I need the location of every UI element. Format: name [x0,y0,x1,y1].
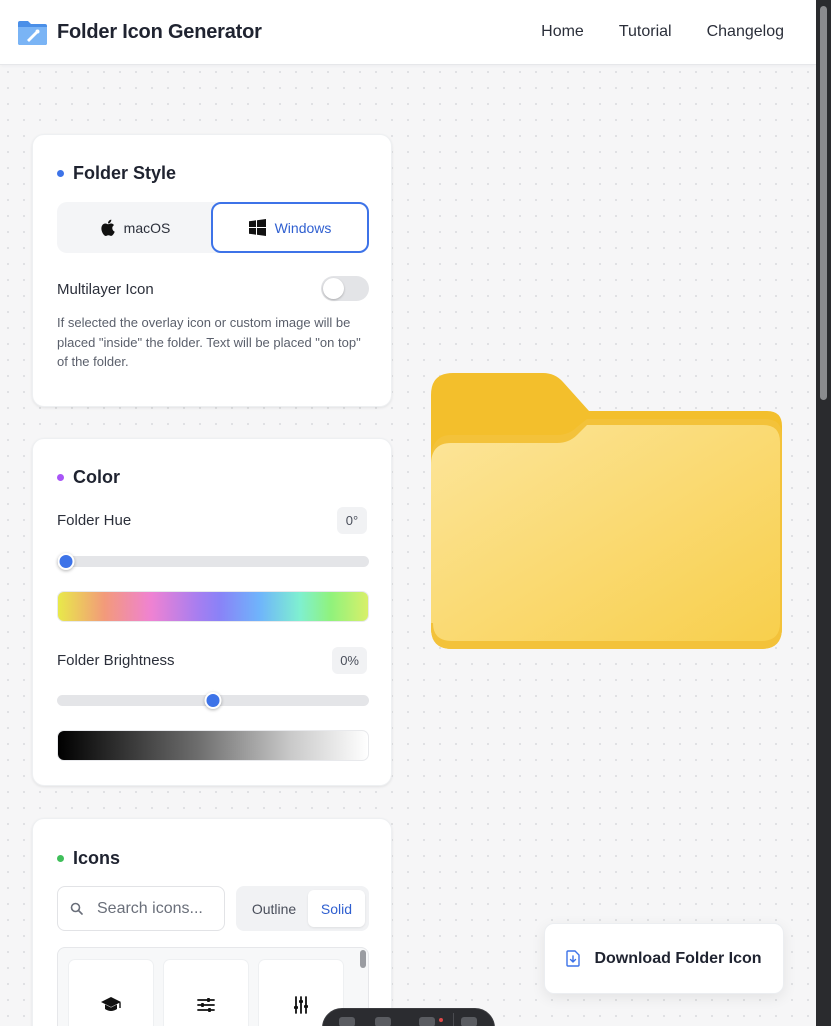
icon-tile-graduation-cap[interactable] [69,960,153,1026]
macos-option-label: macOS [123,219,171,236]
icon-tile-sliders-horizontal[interactable] [164,960,248,1026]
icon-search-box[interactable] [57,886,225,931]
window-scrollbar-thumb[interactable] [820,6,827,400]
toggle-knob [323,278,344,299]
icon-grid [57,947,369,1026]
download-button-label: Download Folder Icon [594,949,762,967]
brightness-slider-thumb[interactable] [204,692,222,709]
nav-home-link[interactable]: Home [541,23,584,41]
sliders-vertical-icon [294,996,308,1014]
dock-separator [453,1013,454,1026]
color-heading: Color [57,467,120,488]
folder-preview [431,373,782,650]
folder-style-title: Folder Style [73,163,177,183]
icons-title: Icons [73,848,121,868]
solid-variant-button[interactable]: Solid [308,890,365,927]
icons-card: Icons Outline Solid [32,818,392,1026]
brightness-slider[interactable] [57,692,369,709]
folder-brightness-label: Folder Brightness [57,652,175,669]
hue-gradient-preview [57,591,369,622]
icon-variant-toggle: Outline Solid [236,886,369,931]
section-dot [57,170,64,177]
brightness-value-badge: 0% [332,647,367,674]
download-folder-icon-button[interactable]: Download Folder Icon [544,923,784,994]
windows-option-label: Windows [274,219,332,236]
section-dot [57,474,64,481]
section-dot [57,855,64,862]
sliders-horizontal-icon [197,998,215,1012]
floating-dock[interactable] [322,1008,495,1026]
top-header: Folder Icon Generator Home Tutorial Chan… [0,0,816,65]
graduation-cap-icon [101,997,121,1011]
color-title: Color [73,467,120,487]
os-style-toggle: macOS Windows [57,202,369,253]
search-icon [70,902,83,915]
folder-hue-label: Folder Hue [57,512,132,529]
windows-icon [248,219,266,236]
macos-option-button[interactable]: macOS [57,202,213,253]
download-file-icon [566,950,581,967]
apple-icon [101,219,115,236]
folder-style-card: Folder Style macOS Windows Multilayer Ic… [32,134,392,407]
hue-value-badge: 0° [337,507,367,534]
color-card: Color Folder Hue 0° Folder Brightness 0% [32,438,392,786]
dock-line-icon[interactable] [419,1017,435,1026]
app-title: Folder Icon Generator [57,20,262,43]
brightness-gradient-preview [57,730,369,761]
dock-cat-icon[interactable] [461,1017,477,1026]
folder-style-heading: Folder Style [57,163,176,184]
main-nav: Home Tutorial Changelog [541,23,784,41]
icons-heading: Icons [57,848,120,869]
icon-search-input[interactable] [97,899,217,918]
windows-folder-preview-icon [431,373,782,649]
window-scrollbar[interactable] [816,0,831,1026]
multilayer-label: Multilayer Icon [57,281,154,298]
outline-variant-button[interactable]: Outline [242,890,306,927]
folder-paint-icon [18,20,47,45]
nav-tutorial-link[interactable]: Tutorial [619,23,672,41]
hue-slider[interactable] [57,553,369,570]
multilayer-help-text: If selected the overlay icon or custom i… [57,315,361,369]
dock-brush-icon[interactable] [375,1017,391,1026]
brand[interactable]: Folder Icon Generator [17,19,262,46]
multilayer-toggle[interactable] [321,276,369,301]
dock-tool-icon[interactable] [339,1017,355,1026]
nav-changelog-link[interactable]: Changelog [707,23,784,41]
hue-slider-thumb[interactable] [57,553,75,570]
dock-notification-dot [439,1018,443,1022]
icon-grid-scrollbar[interactable] [360,950,366,968]
windows-option-button[interactable]: Windows [211,202,369,253]
